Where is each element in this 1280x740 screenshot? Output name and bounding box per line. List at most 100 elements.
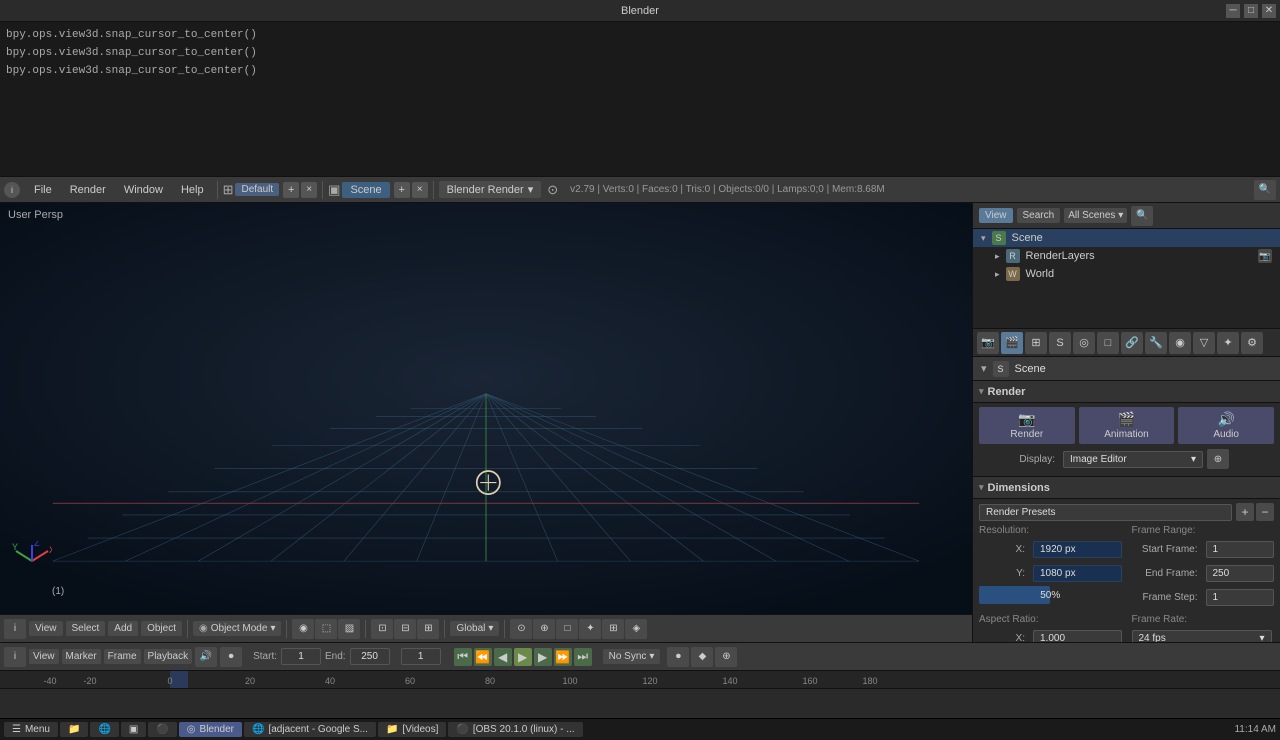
next-keyframe-button[interactable]: ▶ <box>534 648 552 666</box>
select-menu-button[interactable]: Select <box>66 621 106 636</box>
render-settings-icon[interactable]: 🎬 <box>1001 332 1023 354</box>
marker-button[interactable]: Marker <box>62 649 101 664</box>
audio-button[interactable]: 🔊 Audio <box>1178 407 1274 444</box>
frame-step-input[interactable]: 1 <box>1206 589 1275 606</box>
render-menu[interactable]: Render <box>62 182 114 198</box>
presets-add-button[interactable]: + <box>1236 503 1254 521</box>
render-button[interactable]: 📷 Render <box>979 407 1075 444</box>
add-layout-button[interactable]: + <box>283 182 299 198</box>
display-dropdown[interactable]: Image Editor ▾ <box>1063 451 1203 468</box>
wireframe-button[interactable]: ⬚ <box>315 619 337 639</box>
material-icon[interactable]: ◉ <box>1169 332 1191 354</box>
render-presets-dropdown[interactable]: Render Presets <box>979 504 1232 521</box>
record-button[interactable]: ⏺ <box>667 647 689 667</box>
viewport-3d[interactable]: User Persp X Y Z (1) i View Select Add O… <box>0 203 972 642</box>
add-scene-button[interactable]: + <box>394 182 410 198</box>
render-section-header[interactable]: ▾ Render <box>973 381 1280 403</box>
start-frame-tl-input[interactable] <box>281 648 321 665</box>
render-preview-button[interactable]: □ <box>556 619 578 639</box>
view-timeline-button[interactable]: View <box>29 649 59 664</box>
search-outliner-button[interactable]: 🔍 <box>1131 206 1153 226</box>
renderlayers-settings-button[interactable]: 📷 <box>1258 249 1272 263</box>
solid-shading-button[interactable]: ◉ <box>292 619 314 639</box>
minimize-button[interactable]: ─ <box>1226 4 1240 18</box>
proportional-edit-button[interactable]: ⊙ <box>510 619 532 639</box>
current-frame-input[interactable] <box>401 648 441 665</box>
presets-remove-button[interactable]: − <box>1256 503 1274 521</box>
filemanager-button[interactable]: 📁 <box>60 722 88 737</box>
play-button[interactable]: ▶ <box>514 648 532 666</box>
mirror-button[interactable]: ⊞ <box>602 619 624 639</box>
file-menu[interactable]: File <box>26 182 60 198</box>
search-header-button[interactable]: 🔍 <box>1254 180 1276 200</box>
framerate-dropdown[interactable]: 24 fps ▾ <box>1132 630 1272 643</box>
close-scene-button[interactable]: × <box>412 182 428 198</box>
data-icon[interactable]: ▽ <box>1193 332 1215 354</box>
object-props-icon[interactable]: □ <box>1097 332 1119 354</box>
constraints-icon[interactable]: 🔗 <box>1121 332 1143 354</box>
prev-frame-button[interactable]: ⏪ <box>474 648 492 666</box>
jump-end-button[interactable]: ⏭ <box>574 648 592 666</box>
res-x-input[interactable]: 1920 px <box>1033 541 1122 558</box>
physics-icon[interactable]: ⚙ <box>1241 332 1263 354</box>
browser-button[interactable]: 🌐 <box>90 722 118 737</box>
help-menu[interactable]: Help <box>173 182 212 198</box>
close-layout-button[interactable]: × <box>301 182 317 198</box>
manipulator-button[interactable]: ✦ <box>579 619 601 639</box>
audio-sync-icon[interactable]: 🔊 <box>195 647 217 667</box>
object-menu-button[interactable]: Object <box>141 621 182 636</box>
percent-bar[interactable]: 50% <box>979 586 1122 604</box>
particles-icon[interactable]: ✦ <box>1217 332 1239 354</box>
sync-dropdown[interactable]: No Sync ▾ <box>603 649 661 664</box>
texture-button[interactable]: ▨ <box>338 619 360 639</box>
menu-start-button[interactable]: ☰ Menu <box>4 722 58 737</box>
render-props-icon[interactable]: 📷 <box>977 332 999 354</box>
edge-select-button[interactable]: ⊟ <box>394 619 416 639</box>
search-button[interactable]: Search <box>1017 208 1061 223</box>
view-button[interactable]: View <box>979 208 1013 223</box>
scene-item[interactable]: ▾ S Scene <box>973 229 1280 247</box>
blender-taskbar-button[interactable]: ◎ Blender <box>179 722 242 737</box>
face-select-button[interactable]: ⊞ <box>417 619 439 639</box>
obs-taskbar-button[interactable]: ⚫ [OBS 20.1.0 (linux) - ... <box>448 722 582 737</box>
add-menu-button[interactable]: Add <box>108 621 138 636</box>
frame-button[interactable]: Frame <box>104 649 141 664</box>
maximize-button[interactable]: □ <box>1244 4 1258 18</box>
modifiers-icon[interactable]: 🔧 <box>1145 332 1167 354</box>
pivot-dropdown[interactable]: Global ▾ <box>450 621 499 636</box>
obs-quick-button[interactable]: ⚫ <box>148 722 176 737</box>
prev-keyframe-button[interactable]: ◀ <box>494 648 512 666</box>
scene-tab[interactable]: Scene <box>342 182 389 198</box>
layers-props-icon[interactable]: ⊞ <box>1025 332 1047 354</box>
display-settings-button[interactable]: ⊕ <box>1207 449 1229 469</box>
record-icon[interactable]: ⏺ <box>220 647 242 667</box>
vert-select-button[interactable]: ⊡ <box>371 619 393 639</box>
dimensions-section-header[interactable]: ▾ Dimensions <box>973 477 1280 499</box>
animation-button[interactable]: 🎬 Animation <box>1079 407 1175 444</box>
next-frame-button[interactable]: ⏩ <box>554 648 572 666</box>
view-menu-button[interactable]: View <box>29 621 63 636</box>
chrome-taskbar-button[interactable]: 🌐 [adjacent - Google S... <box>244 722 376 737</box>
keyframe-type-button[interactable]: ◆ <box>691 647 713 667</box>
world-item[interactable]: ▸ W World <box>987 265 1280 283</box>
close-button[interactable]: ✕ <box>1262 4 1276 18</box>
end-frame-input[interactable]: 250 <box>1206 565 1275 582</box>
world-props-icon[interactable]: ◎ <box>1073 332 1095 354</box>
jump-start-button[interactable]: ⏮ <box>454 648 472 666</box>
aspect-x-input[interactable]: 1.000 <box>1033 630 1122 643</box>
scenes-dropdown[interactable]: All Scenes ▾ <box>1064 208 1127 223</box>
mode-dropdown[interactable]: ◉ Object Mode ▾ <box>193 621 281 636</box>
keying-sets-button[interactable]: ⊕ <box>715 647 737 667</box>
render-engine-selector[interactable]: Blender Render ▾ <box>439 181 542 198</box>
res-y-input[interactable]: 1080 px <box>1033 565 1122 582</box>
layout-tab[interactable]: Default <box>235 183 279 196</box>
terminal-button[interactable]: ▣ <box>121 722 146 737</box>
window-menu[interactable]: Window <box>116 182 171 198</box>
start-frame-input[interactable]: 1 <box>1206 541 1275 558</box>
snap-button[interactable]: ⊕ <box>533 619 555 639</box>
physics-viz-button[interactable]: ◈ <box>625 619 647 639</box>
videos-taskbar-button[interactable]: 📁 [Videos] <box>378 722 446 737</box>
scene-props-icon[interactable]: S <box>1049 332 1071 354</box>
end-frame-tl-input[interactable] <box>350 648 390 665</box>
playback-button[interactable]: Playback <box>144 649 193 664</box>
